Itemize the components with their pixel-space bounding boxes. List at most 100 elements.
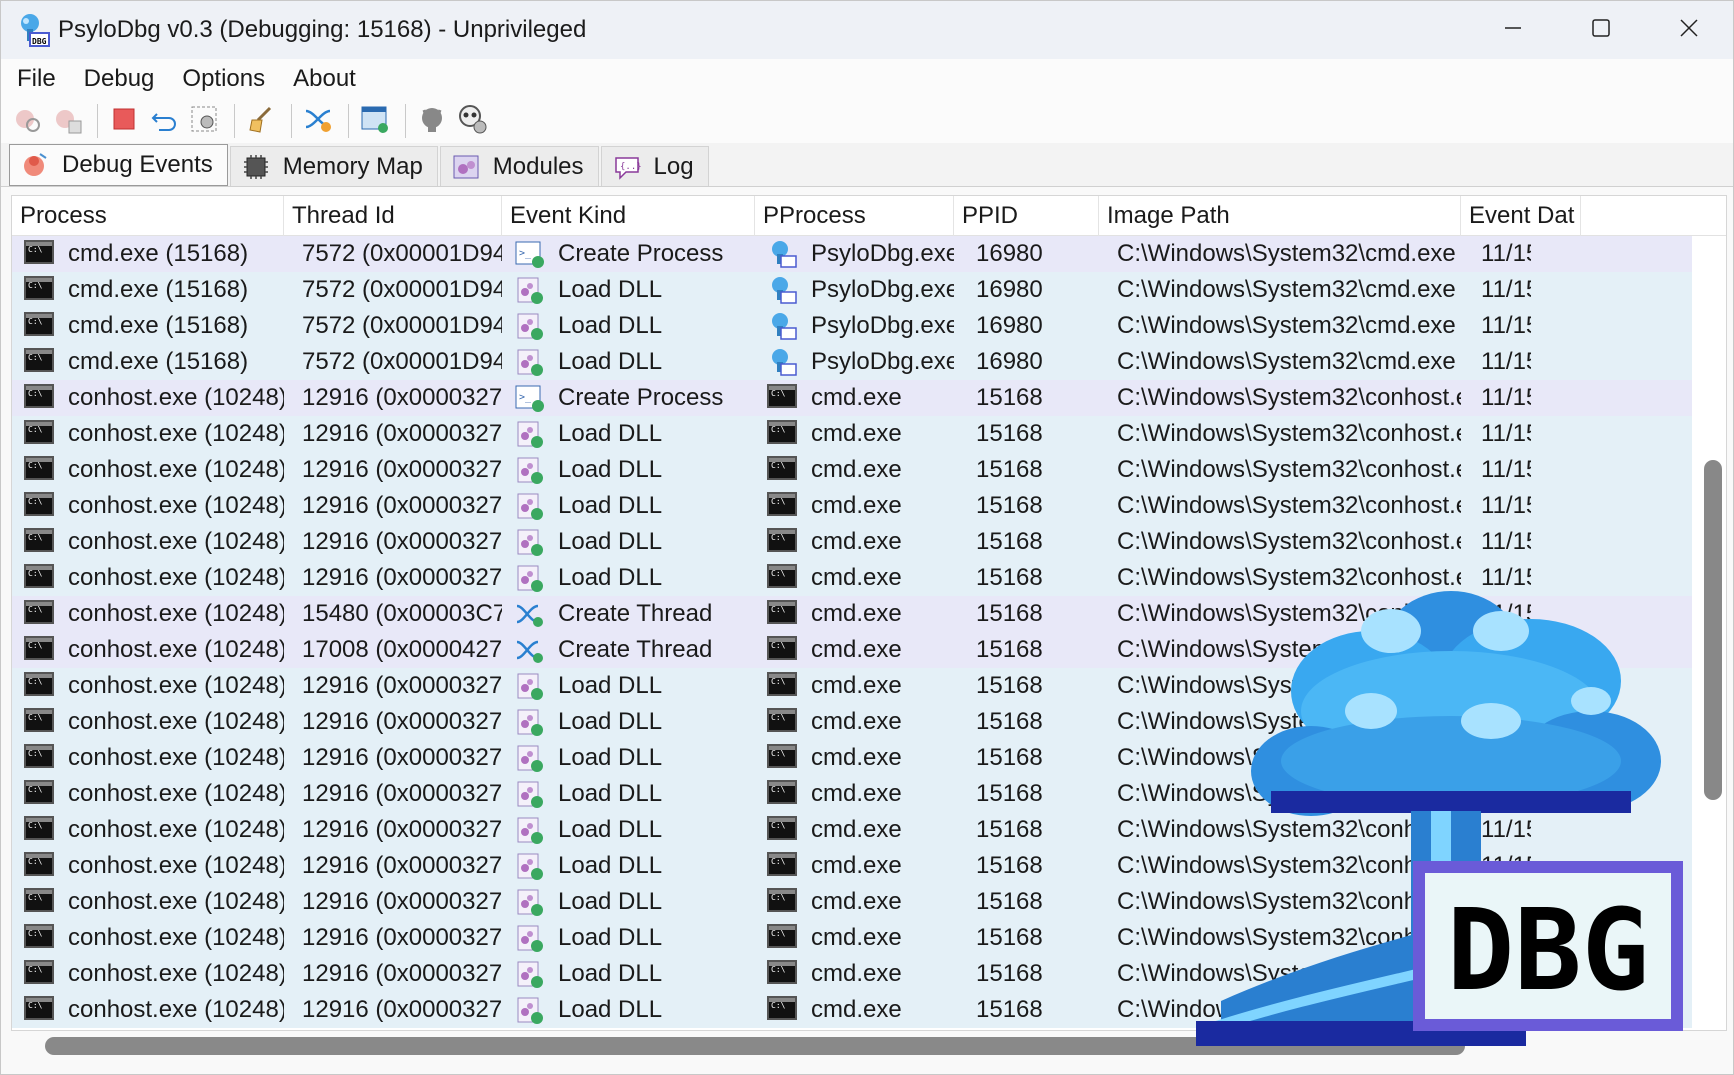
pprocess-name: cmd.exe bbox=[811, 924, 902, 951]
column-header-image-path[interactable]: Image Path bbox=[1099, 196, 1461, 236]
process-name: cmd.exe (15168) bbox=[68, 348, 249, 375]
maximize-button[interactable] bbox=[1557, 1, 1645, 59]
minimize-button[interactable] bbox=[1469, 1, 1557, 59]
table-row[interactable]: conhost.exe (10248)12916 (0x0000327...>_… bbox=[12, 380, 1692, 416]
tab-memory-map[interactable]: Memory Map bbox=[229, 146, 438, 186]
menu-file[interactable]: File bbox=[17, 65, 56, 93]
bug-icon bbox=[20, 150, 50, 180]
github-icon bbox=[417, 104, 447, 139]
column-header-ppid[interactable]: PPID bbox=[954, 196, 1099, 236]
cell-process: conhost.exe (10248) bbox=[12, 560, 284, 596]
cell-process: conhost.exe (10248) bbox=[12, 992, 284, 1028]
app-window: DBG PsyloDbg v0.3 (Debugging: 15168) - U… bbox=[0, 0, 1734, 1075]
console-icon bbox=[24, 384, 54, 412]
menu-options[interactable]: Options bbox=[182, 65, 265, 93]
column-header-pprocess[interactable]: PProcess bbox=[755, 196, 954, 236]
threads-button[interactable] bbox=[300, 103, 336, 139]
menu-debug[interactable]: Debug bbox=[84, 65, 155, 93]
cell-thread-id: 7572 (0x00001D94) bbox=[302, 348, 502, 375]
console-icon bbox=[767, 528, 797, 556]
stop-button[interactable] bbox=[106, 103, 142, 139]
new-process-button[interactable] bbox=[49, 103, 85, 139]
event-kind-label: Load DLL bbox=[558, 744, 663, 771]
cell-pprocess: PsyloDbg.exe bbox=[755, 272, 954, 308]
cell-event-kind: Load DLL bbox=[502, 560, 755, 596]
table-row[interactable]: conhost.exe (10248) 12916 (0x0000327... Lo… bbox=[12, 524, 1692, 560]
console-icon bbox=[24, 924, 54, 952]
pprocess-name: cmd.exe bbox=[811, 960, 902, 987]
clear-button[interactable] bbox=[243, 103, 279, 139]
console-icon bbox=[767, 852, 797, 880]
tab-log[interactable]: {..} Log bbox=[600, 146, 709, 186]
cell-event-kind: Load DLL bbox=[502, 344, 755, 380]
table-row[interactable]: cmd.exe (15168) 7572 (0x00001D94) Load DLL… bbox=[12, 272, 1692, 308]
process-name: conhost.exe (10248) bbox=[68, 960, 284, 987]
event-kind-label: Load DLL bbox=[558, 348, 663, 375]
cell-event-kind: Load DLL bbox=[502, 488, 755, 524]
column-header-process[interactable]: Process bbox=[12, 196, 284, 236]
column-header-thread-id[interactable]: Thread Id bbox=[284, 196, 502, 236]
windows-button[interactable] bbox=[357, 103, 393, 139]
column-header-event-kind[interactable]: Event Kind bbox=[502, 196, 755, 236]
cell-process: cmd.exe (15168) bbox=[12, 344, 284, 380]
event-kind-label: Load DLL bbox=[558, 564, 663, 591]
cell-process: conhost.exe (10248) bbox=[12, 524, 284, 560]
table-row[interactable]: cmd.exe (15168) 7572 (0x00001D94) >_ Create… bbox=[12, 236, 1692, 272]
close-button[interactable] bbox=[1645, 1, 1733, 59]
console-icon bbox=[767, 996, 797, 1024]
table-row[interactable]: conhost.exe (10248) 12916 (0x0000327... Lo… bbox=[12, 452, 1692, 488]
table-row[interactable]: cmd.exe (15168) 7572 (0x00001D94) Load DLL… bbox=[12, 344, 1692, 380]
load-dll-icon bbox=[514, 492, 544, 520]
toolbar-separator bbox=[405, 104, 406, 138]
table-row[interactable]: conhost.exe (10248) 12916 (0x0000327... Lo… bbox=[12, 488, 1692, 524]
title-bar[interactable]: DBG PsyloDbg v0.3 (Debugging: 15168) - U… bbox=[1, 1, 1733, 59]
process-name: cmd.exe (15168) bbox=[68, 276, 249, 303]
cell-process: conhost.exe (10248) bbox=[12, 488, 284, 524]
cell-event-date: 11/15 bbox=[1481, 528, 1531, 555]
attach-process-button[interactable] bbox=[9, 103, 45, 139]
cell-ppid: 15168 bbox=[976, 600, 1043, 627]
cell-event-kind: Load DLL bbox=[502, 524, 755, 560]
restart-button[interactable] bbox=[146, 103, 182, 139]
cell-pprocess: PsyloDbg.exe bbox=[755, 308, 954, 344]
pprocess-name: cmd.exe bbox=[811, 600, 902, 627]
psylodbg-icon bbox=[767, 312, 797, 340]
cell-event-date: 11/15 bbox=[1481, 384, 1531, 411]
load-dll-icon bbox=[514, 564, 544, 592]
process-name: conhost.exe (10248) bbox=[68, 564, 284, 591]
column-header-event-date[interactable]: Event Dat bbox=[1461, 196, 1581, 236]
cell-pprocess: cmd.exe bbox=[755, 416, 954, 452]
cell-pprocess: cmd.exe bbox=[755, 596, 954, 632]
pprocess-name: cmd.exe bbox=[811, 852, 902, 879]
threads-icon bbox=[302, 103, 334, 140]
cell-pprocess: cmd.exe bbox=[755, 524, 954, 560]
process-name: conhost.exe (10248) bbox=[68, 744, 284, 771]
cell-pprocess: cmd.exe bbox=[755, 956, 954, 992]
cell-image-path: C:\Windows\System32\conhost.e... bbox=[1117, 492, 1461, 519]
console-icon bbox=[24, 888, 54, 916]
console-icon bbox=[24, 780, 54, 808]
tab-modules[interactable]: Modules bbox=[439, 146, 599, 186]
tab-debug-events[interactable]: Debug Events bbox=[9, 144, 228, 186]
windows-icon bbox=[359, 103, 391, 140]
tab-label: Memory Map bbox=[282, 152, 423, 180]
load-dll-icon bbox=[514, 456, 544, 484]
cell-event-kind: Load DLL bbox=[502, 308, 755, 344]
menu-about[interactable]: About bbox=[293, 65, 356, 93]
pprocess-name: cmd.exe bbox=[811, 420, 902, 447]
cell-thread-id: 12916 (0x0000327... bbox=[302, 888, 502, 915]
cell-thread-id: 12916 (0x0000327... bbox=[302, 708, 502, 735]
kill-button[interactable] bbox=[454, 103, 490, 139]
settings-button[interactable] bbox=[186, 103, 222, 139]
github-button[interactable] bbox=[414, 103, 450, 139]
table-row[interactable]: conhost.exe (10248) 12916 (0x0000327... Lo… bbox=[12, 416, 1692, 452]
table-row[interactable]: cmd.exe (15168) 7572 (0x00001D94) Load DLL… bbox=[12, 308, 1692, 344]
settings-icon bbox=[189, 104, 219, 139]
console-icon bbox=[767, 384, 797, 412]
event-kind-label: Load DLL bbox=[558, 816, 663, 843]
new-process-icon bbox=[51, 103, 83, 140]
cell-thread-id: 12916 (0x0000327... bbox=[302, 528, 502, 555]
toolbar-separator bbox=[291, 104, 292, 138]
cell-process: conhost.exe (10248) bbox=[12, 704, 284, 740]
restart-icon bbox=[149, 104, 179, 139]
